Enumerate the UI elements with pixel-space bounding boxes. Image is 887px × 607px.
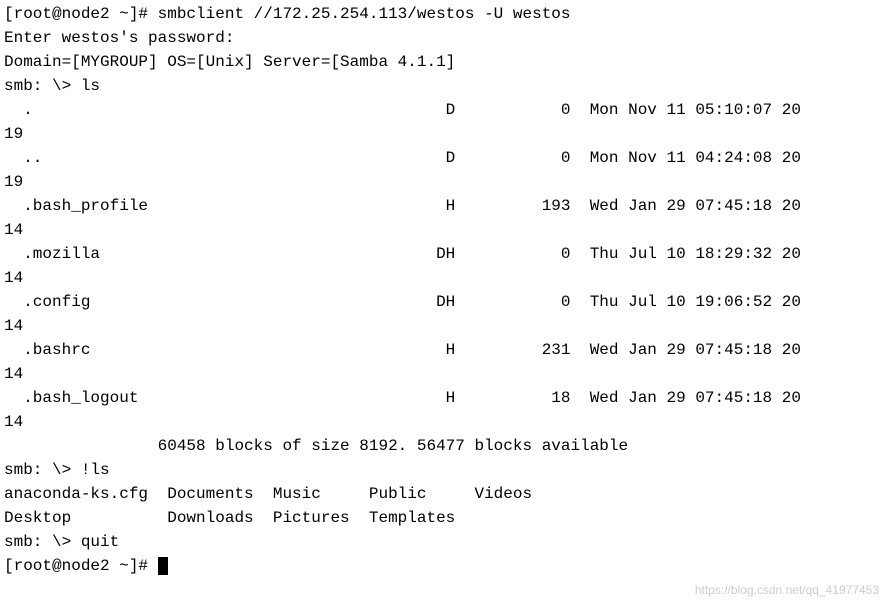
file-listing: . D 0 Mon Nov 11 05:10:07 2019 .. D 0 Mo… <box>4 98 883 434</box>
password-prompt: Enter westos's password: <box>4 26 883 50</box>
terminal-output[interactable]: [root@node2 ~]# smbclient //172.25.254.1… <box>4 2 883 578</box>
list-item-wrap: 19 <box>4 122 883 146</box>
list-item: .. D 0 Mon Nov 11 04:24:08 20 <box>4 146 883 170</box>
shell-prompt[interactable]: [root@node2 ~]# <box>4 554 883 578</box>
smb-quit: smb: \> quit <box>4 530 883 554</box>
smb-ls-command: smb: \> ls <box>4 74 883 98</box>
list-item: .mozilla DH 0 Thu Jul 10 18:29:32 20 <box>4 242 883 266</box>
list-item: .bashrc H 231 Wed Jan 29 07:45:18 20 <box>4 338 883 362</box>
command-smbclient: [root@node2 ~]# smbclient //172.25.254.1… <box>4 2 883 26</box>
list-item: .config DH 0 Thu Jul 10 19:06:52 20 <box>4 290 883 314</box>
list-item-wrap: 14 <box>4 266 883 290</box>
list-item-wrap: 14 <box>4 410 883 434</box>
list-item-wrap: 19 <box>4 170 883 194</box>
server-info: Domain=[MYGROUP] OS=[Unix] Server=[Samba… <box>4 50 883 74</box>
list-item: .bash_profile H 193 Wed Jan 29 07:45:18 … <box>4 194 883 218</box>
list-item: .bash_logout H 18 Wed Jan 29 07:45:18 20 <box>4 386 883 410</box>
local-ls-row2: Desktop Downloads Pictures Templates <box>4 506 883 530</box>
cursor-icon <box>158 557 168 575</box>
list-item-wrap: 14 <box>4 362 883 386</box>
list-item-wrap: 14 <box>4 314 883 338</box>
smb-local-ls: smb: \> !ls <box>4 458 883 482</box>
local-ls-row1: anaconda-ks.cfg Documents Music Public V… <box>4 482 883 506</box>
watermark-text: https://blog.csdn.net/qq_41977453 <box>695 581 879 599</box>
blocks-summary: 60458 blocks of size 8192. 56477 blocks … <box>4 434 883 458</box>
list-item: . D 0 Mon Nov 11 05:10:07 20 <box>4 98 883 122</box>
list-item-wrap: 14 <box>4 218 883 242</box>
